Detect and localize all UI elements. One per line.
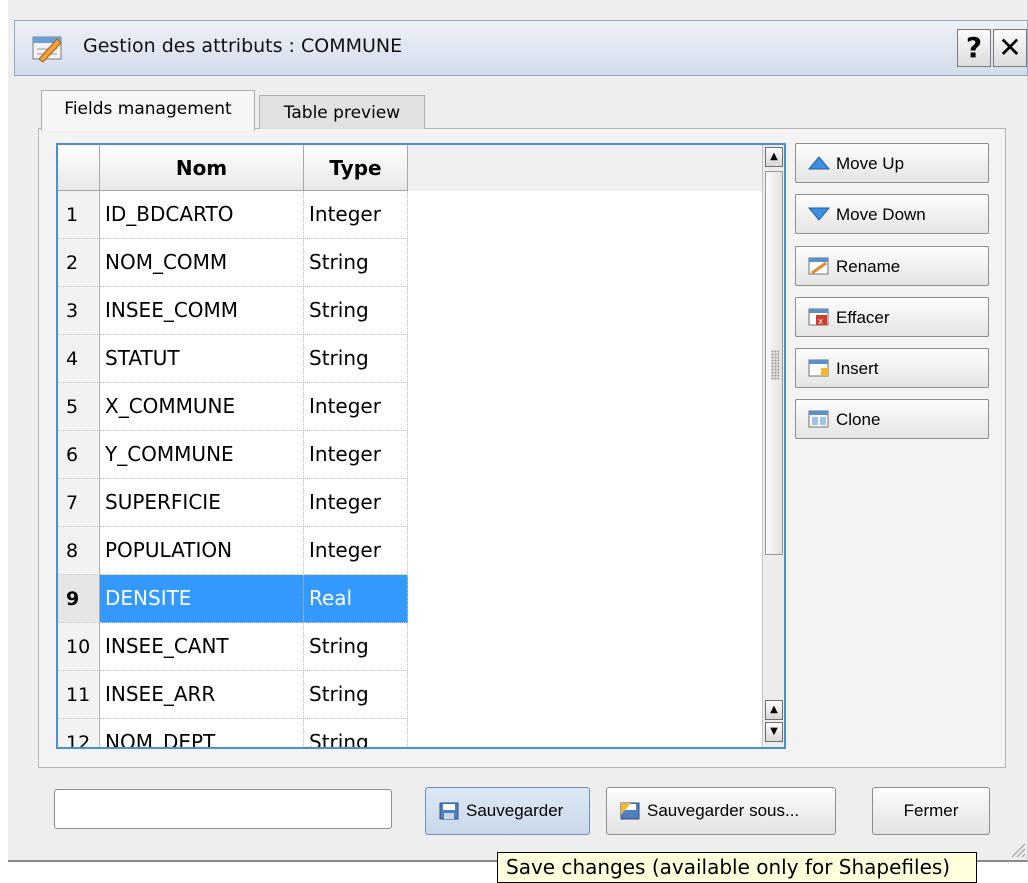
table-row[interactable]: 10 INSEE_CANT String: [58, 623, 408, 671]
table-row[interactable]: 12 NOM_DEPT String: [58, 719, 408, 747]
grip-icon: [771, 350, 779, 380]
cell-type[interactable]: Real: [304, 575, 408, 623]
cell-type[interactable]: Integer: [304, 479, 408, 527]
window-title: Gestion des attributs : COMMUNE: [83, 35, 403, 57]
tab-fields-management[interactable]: Fields management: [41, 90, 255, 131]
table-header: Nom Type: [58, 145, 764, 191]
row-number[interactable]: 8: [58, 527, 100, 575]
cell-type[interactable]: Integer: [304, 383, 408, 431]
cell-type[interactable]: String: [304, 719, 408, 747]
cell-nom[interactable]: DENSITE: [100, 575, 304, 623]
cell-nom[interactable]: INSEE_COMM: [100, 287, 304, 335]
close-window-button[interactable]: ✕: [993, 29, 1027, 67]
arrow-up-icon: [808, 156, 830, 170]
row-number[interactable]: 4: [58, 335, 100, 383]
save-tooltip: Save changes (available only for Shapefi…: [497, 852, 977, 883]
scrollbar-thumb[interactable]: [765, 171, 783, 555]
cell-type[interactable]: String: [304, 671, 408, 719]
save-as-button[interactable]: Sauvegarder sous...: [606, 787, 836, 835]
insert-field-icon: [808, 359, 829, 377]
row-number[interactable]: 9: [58, 575, 100, 623]
effacer-button[interactable]: x Effacer: [795, 297, 989, 337]
insert-label: Insert: [836, 359, 879, 378]
table-row[interactable]: 2 NOM_COMM String: [58, 239, 408, 287]
status-input[interactable]: [54, 789, 392, 829]
move-down-button[interactable]: Move Down: [795, 194, 989, 234]
rename-label: Rename: [836, 257, 901, 276]
row-number[interactable]: 2: [58, 239, 100, 287]
move-up-label: Move Up: [836, 154, 905, 173]
insert-button[interactable]: Insert: [795, 348, 989, 388]
vertical-scrollbar[interactable]: ▲ ▲ ▼: [762, 145, 784, 747]
table-row[interactable]: 5 X_COMMUNE Integer: [58, 383, 408, 431]
rename-icon: [808, 257, 829, 275]
cell-type[interactable]: String: [304, 335, 408, 383]
help-button[interactable]: ?: [957, 29, 991, 67]
save-as-icon: [620, 802, 640, 820]
row-number[interactable]: 1: [58, 191, 100, 239]
cell-type[interactable]: Integer: [304, 191, 408, 239]
cell-type[interactable]: String: [304, 623, 408, 671]
tab-table-preview[interactable]: Table preview: [259, 95, 425, 129]
effacer-label: Effacer: [836, 308, 890, 327]
table-row[interactable]: 1 ID_BDCARTO Integer: [58, 191, 408, 239]
title-bar: Gestion des attributs : COMMUNE ? ✕: [14, 20, 1028, 76]
cell-type[interactable]: String: [304, 239, 408, 287]
cell-nom[interactable]: NOM_COMM: [100, 239, 304, 287]
table-row[interactable]: 6 Y_COMMUNE Integer: [58, 431, 408, 479]
fermer-button[interactable]: Fermer: [872, 787, 990, 835]
column-header-nom[interactable]: Nom: [100, 145, 304, 191]
cell-nom[interactable]: STATUT: [100, 335, 304, 383]
clone-label: Clone: [836, 410, 881, 429]
clone-button[interactable]: Clone: [795, 399, 989, 439]
cell-nom[interactable]: NOM_DEPT: [100, 719, 304, 747]
cell-type[interactable]: Integer: [304, 527, 408, 575]
save-disk-icon: [439, 802, 459, 820]
cell-nom[interactable]: Y_COMMUNE: [100, 431, 304, 479]
table-row[interactable]: 7 SUPERFICIE Integer: [58, 479, 408, 527]
cell-nom[interactable]: POPULATION: [100, 527, 304, 575]
row-number[interactable]: 5: [58, 383, 100, 431]
row-number[interactable]: 11: [58, 671, 100, 719]
save-label: Sauvegarder: [466, 801, 564, 820]
cell-type[interactable]: String: [304, 287, 408, 335]
edit-table-icon: [32, 36, 62, 63]
resize-grip-icon[interactable]: [1008, 840, 1026, 858]
cell-nom[interactable]: INSEE_ARR: [100, 671, 304, 719]
column-header-type[interactable]: Type: [304, 145, 408, 191]
arrow-down-icon: [808, 207, 830, 221]
rename-button[interactable]: Rename: [795, 246, 989, 286]
scroll-up-icon[interactable]: ▲: [765, 147, 783, 167]
table-row[interactable]: 4 STATUT String: [58, 335, 408, 383]
cell-nom[interactable]: ID_BDCARTO: [100, 191, 304, 239]
table-row[interactable]: 3 INSEE_COMM String: [58, 287, 408, 335]
scroll-down-icon[interactable]: ▼: [765, 722, 783, 742]
scroll-up-icon[interactable]: ▲: [765, 700, 783, 720]
table-row[interactable]: 9 DENSITE Real: [58, 575, 408, 623]
cell-nom[interactable]: SUPERFICIE: [100, 479, 304, 527]
cell-nom[interactable]: X_COMMUNE: [100, 383, 304, 431]
move-down-label: Move Down: [836, 205, 926, 224]
row-number[interactable]: 7: [58, 479, 100, 527]
row-number[interactable]: 6: [58, 431, 100, 479]
row-number-header: [58, 145, 100, 191]
row-number[interactable]: 10: [58, 623, 100, 671]
move-up-button[interactable]: Move Up: [795, 143, 989, 183]
cell-type[interactable]: Integer: [304, 431, 408, 479]
fields-table[interactable]: Nom Type 1 ID_BDCARTO Integer 2 NOM_COMM Stri…: [56, 143, 786, 749]
fermer-label: Fermer: [903, 801, 959, 820]
table-row[interactable]: 8 POPULATION Integer: [58, 527, 408, 575]
row-number[interactable]: 3: [58, 287, 100, 335]
table-row[interactable]: 11 INSEE_ARR String: [58, 671, 408, 719]
delete-field-icon: x: [808, 308, 829, 327]
clone-field-icon: [808, 410, 829, 428]
cell-nom[interactable]: INSEE_CANT: [100, 623, 304, 671]
save-as-label: Sauvegarder sous...: [647, 801, 800, 820]
row-number[interactable]: 12: [58, 719, 100, 747]
save-button[interactable]: Sauvegarder: [425, 787, 590, 835]
svg-text:x: x: [818, 317, 824, 327]
